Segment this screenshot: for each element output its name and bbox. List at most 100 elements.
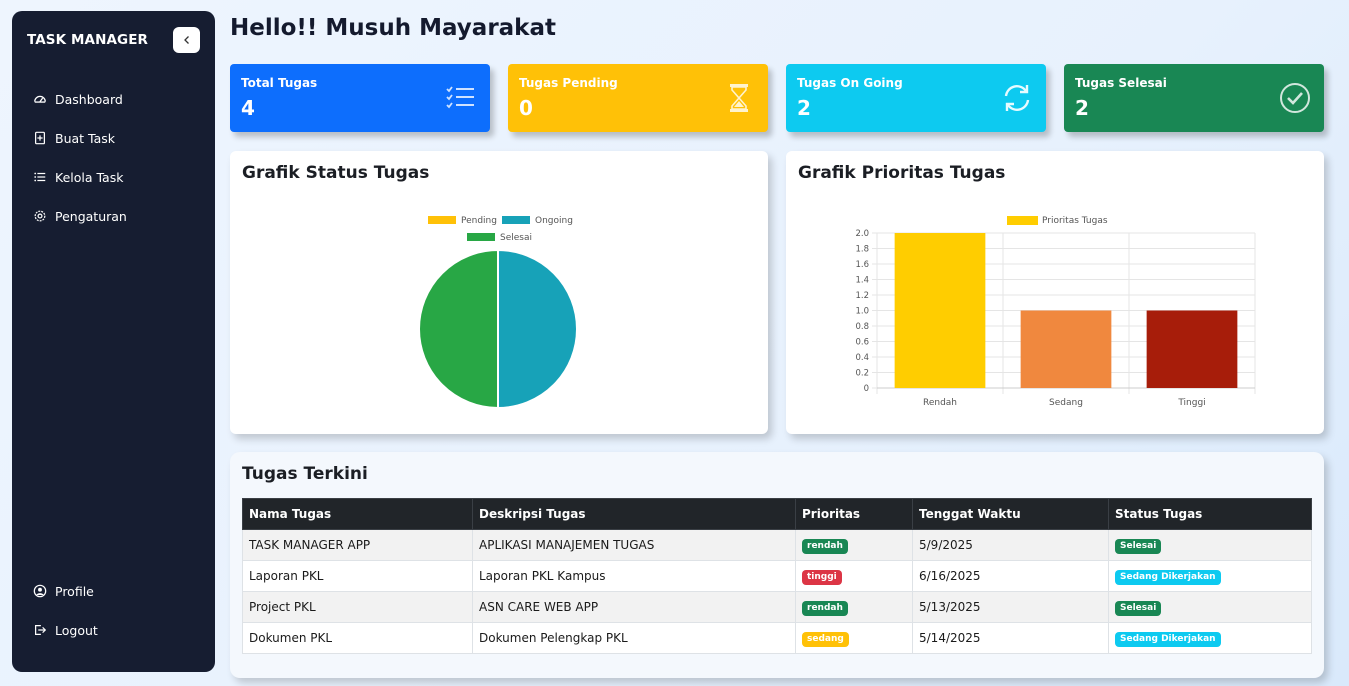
y-tick-label: 1.6 xyxy=(855,260,869,270)
status-badge: Sedang Dikerjakan xyxy=(1115,569,1221,585)
stat-label: Tugas Selesai xyxy=(1075,76,1167,90)
deadline-cell: 5/9/2025 xyxy=(912,529,1109,561)
task-name-cell: TASK MANAGER APP xyxy=(242,529,473,561)
legend-label: Pending xyxy=(461,216,497,226)
task-name-cell: Dokumen PKL xyxy=(242,622,473,654)
checklist-icon xyxy=(446,86,474,109)
y-tick-label: 0.4 xyxy=(855,353,869,363)
x-tick-label: Tinggi xyxy=(1177,398,1205,408)
task-name-cell: Project PKL xyxy=(242,591,473,623)
legend-swatch xyxy=(428,216,456,224)
column-header[interactable]: Deskripsi Tugas xyxy=(472,498,796,530)
panel-title: Tugas Terkini xyxy=(242,464,368,484)
sidebar-item-label: Logout xyxy=(55,622,98,638)
sidebar-item-dashboard[interactable]: Dashboard xyxy=(33,89,123,109)
bar-tinggi xyxy=(1146,310,1238,388)
table-row[interactable]: Project PKL ASN CARE WEB APP rendah 5/13… xyxy=(242,591,1312,623)
y-tick-label: 2.0 xyxy=(855,229,869,239)
stat-label: Total Tugas xyxy=(241,76,318,90)
task-desc-cell: Dokumen Pelengkap PKL xyxy=(472,622,796,654)
logout-icon xyxy=(35,625,47,635)
sidebar-item-logout[interactable]: Logout xyxy=(33,620,98,640)
priority-bar-chart: Prioritas Tugas 2.0 1.8 1.6 1.4 1.2 1.0 0.8 0.6 0… xyxy=(855,216,1256,408)
legend-swatch xyxy=(467,233,495,241)
user-circle-icon xyxy=(33,584,47,598)
page-title: Hello!! Musuh Mayarakat xyxy=(230,15,556,41)
sidebar-item-label: Kelola Task xyxy=(55,169,124,185)
y-tick-label: 0.6 xyxy=(855,338,869,348)
y-tick-label: 1.0 xyxy=(855,307,869,317)
column-header[interactable]: Status Tugas xyxy=(1108,498,1312,530)
priority-badge: rendah xyxy=(802,600,848,616)
y-tick-label: 0 xyxy=(864,384,869,394)
add-file-icon xyxy=(35,131,45,145)
y-tick-label: 0.2 xyxy=(855,369,869,379)
status-cell: Selesai xyxy=(1108,591,1312,623)
stat-card-selesai: Tugas Selesai 2 xyxy=(1064,64,1324,132)
status-cell: Selesai xyxy=(1108,529,1312,561)
list-icon xyxy=(34,172,46,182)
sidebar-item-pengaturan[interactable]: Pengaturan xyxy=(33,206,127,226)
y-tick-label: 1.2 xyxy=(855,291,869,301)
sidebar-item-buat-task[interactable]: Buat Task xyxy=(33,128,115,148)
legend-label: Ongoing xyxy=(535,216,573,226)
priority-badge: tinggi xyxy=(802,569,842,585)
legend-swatch xyxy=(1007,216,1038,225)
hourglass-icon xyxy=(730,84,748,112)
sidebar-item-label: Pengaturan xyxy=(55,208,127,224)
y-tick-label: 1.8 xyxy=(855,245,869,255)
x-tick-label: Rendah xyxy=(923,398,957,408)
stat-value: 2 xyxy=(1075,96,1089,120)
brand-title: TASK MANAGER xyxy=(27,32,149,48)
stat-card-ongoing: Tugas On Going 2 xyxy=(786,64,1046,132)
stat-card-total: Total Tugas 4 xyxy=(230,64,490,132)
column-header[interactable]: Prioritas xyxy=(795,498,913,530)
legend-label: Selesai xyxy=(500,233,532,243)
sidebar-item-label: Buat Task xyxy=(55,130,116,146)
table-row[interactable]: Dokumen PKL Dokumen Pelengkap PKL sedang… xyxy=(242,622,1312,654)
deadline-cell: 5/14/2025 xyxy=(912,622,1109,654)
legend-label: Prioritas Tugas xyxy=(1042,216,1108,226)
priority-cell: sedang xyxy=(795,622,913,654)
check-circle-icon xyxy=(1280,83,1310,113)
stat-value: 0 xyxy=(519,96,533,120)
status-badge: Selesai xyxy=(1115,538,1162,554)
pie-slice-selesai xyxy=(418,248,499,410)
y-tick-label: 0.8 xyxy=(855,322,869,332)
sidebar-item-label: Profile xyxy=(55,583,94,599)
priority-chart-panel: Grafik Prioritas Tugas Prioritas Tugas 2.… xyxy=(786,151,1324,434)
priority-cell: rendah xyxy=(795,591,913,623)
priority-cell: tinggi xyxy=(795,560,913,592)
sidebar: TASK MANAGER Dashboard Buat Task Kelola … xyxy=(12,11,215,672)
bar-rendah xyxy=(894,233,986,388)
deadline-cell: 6/16/2025 xyxy=(912,560,1109,592)
task-desc-cell: ASN CARE WEB APP xyxy=(472,591,796,623)
task-desc-cell: Laporan PKL Kampus xyxy=(472,560,796,592)
speedometer-icon xyxy=(34,95,46,103)
task-desc-cell: APLIKASI MANAJEMEN TUGAS xyxy=(472,529,796,561)
sidebar-item-profile[interactable]: Profile xyxy=(33,581,94,601)
x-tick-label: Sedang xyxy=(1049,398,1083,408)
table-row[interactable]: TASK MANAGER APP APLIKASI MANAJEMEN TUGA… xyxy=(242,529,1312,561)
column-header[interactable]: Tenggat Waktu xyxy=(912,498,1109,530)
task-name-cell: Laporan PKL xyxy=(242,560,473,592)
sidebar-item-kelola-task[interactable]: Kelola Task xyxy=(33,167,123,187)
priority-cell: rendah xyxy=(795,529,913,561)
pie-slice-ongoing xyxy=(497,248,578,410)
status-badge: Sedang Dikerjakan xyxy=(1115,631,1221,647)
stat-label: Tugas Pending xyxy=(519,76,618,90)
stat-value: 4 xyxy=(241,96,255,120)
priority-badge: rendah xyxy=(802,538,848,554)
recent-tasks-panel: Tugas Terkini Nama Tugas Deskripsi Tugas… xyxy=(230,452,1324,678)
legend-swatch xyxy=(502,216,530,224)
status-cell: Sedang Dikerjakan xyxy=(1108,560,1312,592)
deadline-cell: 5/13/2025 xyxy=(912,591,1109,623)
bar-sedang xyxy=(1020,310,1112,388)
table-row[interactable]: Laporan PKL Laporan PKL Kampus tinggi 6/… xyxy=(242,560,1312,592)
table-header-row: Nama Tugas Deskripsi Tugas Prioritas Ten… xyxy=(242,498,1312,530)
collapse-sidebar-button[interactable] xyxy=(173,27,200,53)
status-pie-chart: Pending OngoingSelesai xyxy=(418,216,578,410)
refresh-icon xyxy=(1004,85,1030,111)
stat-value: 2 xyxy=(797,96,811,120)
column-header[interactable]: Nama Tugas xyxy=(242,498,473,530)
